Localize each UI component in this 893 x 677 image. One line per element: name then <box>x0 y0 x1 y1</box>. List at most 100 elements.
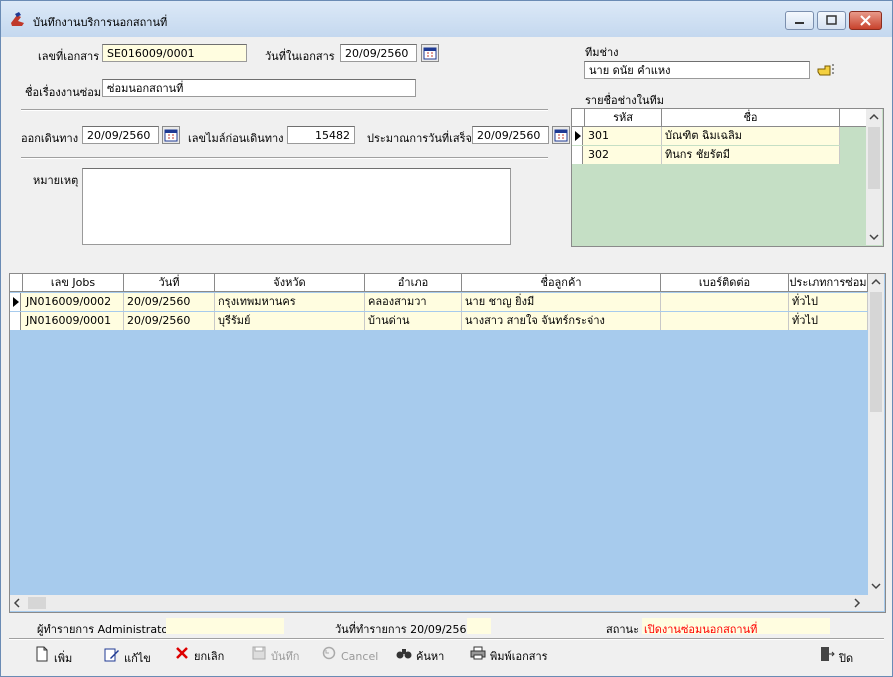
save-button[interactable]: บันทึก <box>251 646 299 664</box>
remark-label: หมายเหตุ <box>33 174 79 187</box>
cell-name: บัณฑิต ฉิมเฉลิม <box>662 127 840 145</box>
subject-field[interactable]: ซ่อมนอกสถานที่ <box>102 79 416 97</box>
save-disk-icon <box>252 646 266 660</box>
printer-icon <box>470 646 486 660</box>
cell-type: ทั่วไป <box>789 293 868 311</box>
cancel-doc-button[interactable]: ยกเลิก <box>174 646 224 664</box>
search-button[interactable]: ค้นหา <box>396 646 444 664</box>
cell-code: 302 <box>585 146 662 164</box>
cancel-doc-button-label: ยกเลิก <box>194 650 225 663</box>
maximize-button[interactable] <box>817 11 846 30</box>
col-header-district[interactable]: อำเภอ <box>365 274 462 291</box>
cell-district: บ้านด่าน <box>365 312 462 330</box>
current-row-arrow-icon <box>13 297 19 307</box>
close-icon <box>860 15 871 26</box>
doc-date-field[interactable]: 20/09/2560 <box>340 44 417 62</box>
scroll-arrows-icon <box>13 597 861 609</box>
exit-door-icon <box>821 647 835 661</box>
edit-button[interactable]: แก้ไข <box>104 646 151 665</box>
scroll-arrows-icon <box>868 113 880 241</box>
window-title: บันทึกงานบริการนอกสถานที่ <box>33 16 168 29</box>
calendar-icon <box>164 129 178 142</box>
estimate-date-picker-button[interactable] <box>552 126 570 144</box>
col-header-date[interactable]: วันที่ <box>124 274 215 291</box>
table-row[interactable]: JN016009/0002 20/09/2560 กรุงเทพมหานคร ค… <box>10 293 868 311</box>
table-row[interactable]: 302 ทินกร ชัยรัตมี <box>572 146 840 164</box>
status-filler <box>467 618 491 634</box>
doc-date-label: วันที่ในเอกสาร <box>265 50 335 63</box>
cell-date: 20/09/2560 <box>124 293 215 311</box>
jobs-vertical-scrollbar[interactable] <box>868 274 884 595</box>
subject-label: ชื่อเรื่องงานซ่อม <box>25 86 102 99</box>
mileage-field[interactable]: 15482 <box>287 126 355 144</box>
cancel-button[interactable]: Cancel <box>321 646 378 664</box>
date-status: วันที่ทำรายการ 20/09/2560 <box>335 623 474 636</box>
minimize-button[interactable] <box>785 11 814 30</box>
close-window-button[interactable] <box>849 11 882 30</box>
print-button-label: พิมพ์เอกสาร <box>490 650 548 663</box>
cell-job: JN016009/0002 <box>23 293 124 311</box>
col-header-name[interactable]: ชื่อ <box>662 109 840 126</box>
team-grid-header: รหัส ชื่อ <box>572 109 866 127</box>
add-button[interactable]: เพิ่ม <box>34 646 73 665</box>
calendar-icon <box>423 47 437 60</box>
depart-date-picker-button[interactable] <box>162 126 180 144</box>
add-button-label: เพิ่ม <box>54 652 73 665</box>
row-indicator <box>572 127 583 145</box>
minimize-icon <box>795 22 804 24</box>
table-row[interactable]: JN016009/0001 20/09/2560 บุรีรัมย์ บ้านด… <box>10 312 868 330</box>
cell-province: กรุงเทพมหานคร <box>215 293 365 311</box>
estimate-date-field[interactable]: 20/09/2560 <box>472 126 549 144</box>
team-grid-scrollbar[interactable] <box>866 109 882 245</box>
cell-customer: นาย ชาญ ยิ่งมี <box>462 293 661 311</box>
red-x-icon <box>176 647 188 659</box>
team-field[interactable]: นาย ดนัย คำแหง <box>584 61 810 79</box>
cell-date: 20/09/2560 <box>124 312 215 330</box>
close-button-label: ปิด <box>839 652 854 665</box>
col-header-phone[interactable]: เบอร์ติดต่อ <box>661 274 789 291</box>
binoculars-icon <box>396 649 412 659</box>
divider <box>21 157 548 159</box>
col-header-province[interactable]: จังหวัด <box>215 274 365 291</box>
mileage-label: เลขไมล์ก่อนเดินทาง <box>188 132 284 145</box>
jobs-horizontal-scrollbar[interactable] <box>10 595 884 611</box>
app-window: บันทึกงานบริการนอกสถานที่ เลขที่เอกสาร S… <box>0 0 893 677</box>
save-button-label: บันทึก <box>271 650 300 663</box>
title-bar: บันทึกงานบริการนอกสถานที่ <box>1 1 892 37</box>
cell-name: ทินกร ชัยรัตมี <box>662 146 840 164</box>
team-label: ทีมช่าง <box>585 46 619 59</box>
remark-textarea[interactable] <box>82 168 511 245</box>
team-members-grid[interactable]: รหัส ชื่อ 301 บัณฑิต ฉิมเฉลิม 302 ทินกร … <box>571 108 884 247</box>
cell-job: JN016009/0001 <box>23 312 124 330</box>
calendar-icon <box>554 129 568 142</box>
col-header-type[interactable]: ประเภทการซ่อม <box>789 274 868 291</box>
select-team-button[interactable] <box>816 61 836 79</box>
state-label: สถานะ : <box>606 623 647 636</box>
cell-province: บุรีรัมย์ <box>215 312 365 330</box>
table-row[interactable]: 301 บัณฑิต ฉิมเฉลิม <box>572 127 840 145</box>
doc-no-field[interactable]: SE016009/0001 <box>102 44 247 62</box>
cell-code: 301 <box>585 127 662 145</box>
maximize-icon <box>826 15 837 25</box>
row-indicator-header <box>572 109 585 126</box>
cell-customer: นางสาว สายใจ จันทร์กระจ่าง <box>462 312 661 330</box>
estimate-label: ประมาณการวันที่เสร็จ <box>367 132 472 145</box>
col-header-code[interactable]: รหัส <box>585 109 662 126</box>
col-header-job[interactable]: เลข Jobs <box>23 274 124 291</box>
scroll-arrows-icon <box>870 278 882 590</box>
row-indicator <box>572 146 583 164</box>
row-indicator <box>10 312 21 330</box>
doc-date-picker-button[interactable] <box>421 44 439 62</box>
edit-button-label: แก้ไข <box>124 652 151 665</box>
undo-icon <box>322 646 336 660</box>
doc-no-label: เลขที่เอกสาร <box>38 50 100 63</box>
print-button[interactable]: พิมพ์เอกสาร <box>470 646 548 664</box>
jobs-grid[interactable]: เลข Jobs วันที่ จังหวัด อำเภอ ชื่อลูกค้า… <box>9 273 886 613</box>
divider <box>21 109 548 111</box>
status-filler <box>166 618 284 634</box>
row-indicator <box>10 293 21 311</box>
col-header-customer[interactable]: ชื่อลูกค้า <box>462 274 661 291</box>
close-button[interactable]: ปิด <box>819 646 854 665</box>
state-value: เปิดงานซ่อมนอกสถานที่ <box>644 623 758 636</box>
depart-date-field[interactable]: 20/09/2560 <box>82 126 159 144</box>
